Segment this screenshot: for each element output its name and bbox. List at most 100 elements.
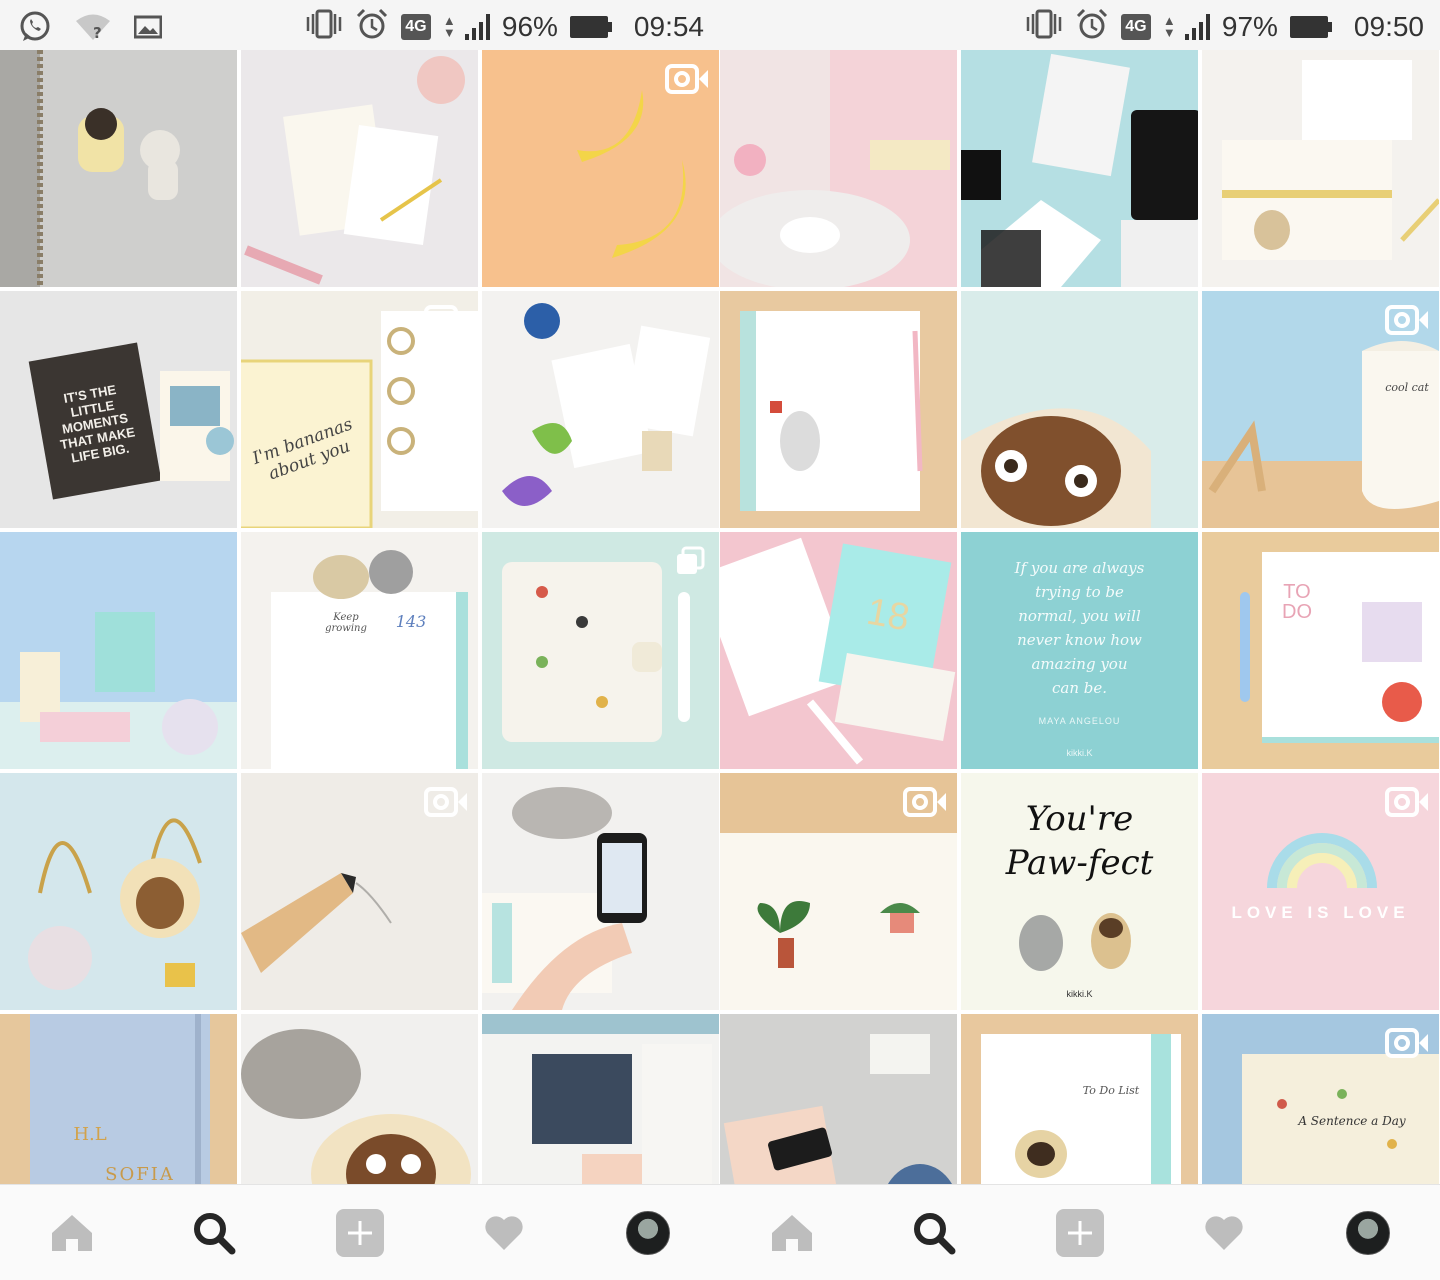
- post-tile-pug-notebook-flatlay[interactable]: [1202, 50, 1439, 287]
- post-tile-keyrings[interactable]: [0, 773, 237, 1010]
- quote-line: If you are always: [1014, 559, 1145, 577]
- video-camera-icon: [1385, 1028, 1428, 1058]
- network-type: 4G: [400, 13, 431, 40]
- search-icon: [194, 1213, 236, 1255]
- home-icon: [52, 1215, 92, 1251]
- bottom-nav: [0, 1184, 720, 1280]
- post-tile-planner-flatlay[interactable]: [241, 50, 478, 287]
- quote-brand: kikki.K: [1066, 748, 1093, 758]
- left-phone-screen: ? 4G ▲ ▼ 96% 09:54 IT'S THE LITTLE MOMEN…: [0, 0, 720, 1280]
- post-tile-journal-page[interactable]: [720, 291, 957, 528]
- nav-activity[interactable]: [478, 1207, 530, 1259]
- signal-icon: [464, 13, 490, 40]
- network-type: 4G: [1120, 13, 1151, 40]
- quote-text: If you are always trying to be normal, y…: [961, 556, 1198, 700]
- sentence-a-day-text: A Sentence a Day: [1298, 1114, 1406, 1128]
- todo-heading: TO DO: [1282, 581, 1312, 623]
- post-tile-store-display[interactable]: [482, 1014, 719, 1184]
- quote-line: can be.: [1051, 679, 1108, 697]
- quote-line: trying to be: [1035, 583, 1124, 601]
- alarm-icon: [1075, 8, 1109, 45]
- post-tile-pins[interactable]: [0, 50, 237, 287]
- post-tile-quote[interactable]: If you are always trying to be normal, y…: [961, 532, 1198, 769]
- clock-time: 09:50: [1353, 10, 1424, 42]
- video-camera-icon: [1385, 787, 1428, 817]
- page-number: 143: [395, 612, 427, 631]
- nav-activity[interactable]: [1198, 1207, 1250, 1259]
- battery-percent: 96%: [501, 10, 558, 42]
- profile-avatar: [1346, 1211, 1390, 1255]
- right-phone-screen: 4G ▲ ▼ 97% 09:50 cool cat 18 If you are …: [720, 0, 1440, 1280]
- post-tile-watercolour-cards[interactable]: [482, 291, 719, 528]
- post-tile-pencil-video[interactable]: [241, 773, 478, 1010]
- post-tile-diary-2018[interactable]: 18: [720, 532, 957, 769]
- clock-time: 09:54: [633, 10, 704, 42]
- post-tile-little-moments[interactable]: IT'S THE LITTLE MOMENTS THAT MAKE LIFE B…: [0, 291, 237, 528]
- multiple-posts-icon: [677, 546, 705, 574]
- signal-icon: [1184, 13, 1210, 40]
- alarm-icon: [355, 8, 389, 45]
- pawfect-brand: kikki.K: [1066, 989, 1093, 999]
- vibrate-icon: [305, 9, 343, 44]
- keep-growing-text: Keep growing: [325, 612, 367, 634]
- nav-add-post[interactable]: [334, 1207, 386, 1259]
- home-icon: [772, 1215, 812, 1251]
- heart-icon: [1205, 1216, 1243, 1250]
- post-tile-bananas-video[interactable]: [482, 50, 719, 287]
- cool-cat-text: cool cat: [1385, 381, 1429, 394]
- wifi-question-icon: ?: [74, 12, 112, 47]
- explore-grid: IT'S THE LITTLE MOMENTS THAT MAKE LIFE B…: [0, 50, 720, 1184]
- nav-add-post[interactable]: [1054, 1207, 1106, 1259]
- vibrate-icon: [1025, 9, 1063, 44]
- battery-percent: 97%: [1221, 10, 1278, 42]
- todo-list-text: To Do List: [1082, 1084, 1140, 1097]
- post-tile-pawfect[interactable]: You're Paw-fect kikki.K: [961, 773, 1198, 1010]
- post-tile-love-is-love-video[interactable]: LOVE IS LOVE: [1202, 773, 1439, 1010]
- post-tile-desk-pastel[interactable]: [0, 532, 237, 769]
- nav-profile[interactable]: [622, 1207, 674, 1259]
- profile-avatar: [626, 1211, 670, 1255]
- post-tile-todo-list-planner[interactable]: To Do List: [961, 1014, 1198, 1184]
- post-tile-cat-pug-pouches[interactable]: [241, 1014, 478, 1184]
- quote-line: amazing you: [1031, 655, 1128, 673]
- bottom-nav: [720, 1184, 1440, 1280]
- nav-home[interactable]: [46, 1207, 98, 1259]
- post-tile-phone-hands[interactable]: [482, 773, 719, 1010]
- quote-author: MAYA ANGELOU: [1038, 716, 1121, 726]
- post-tile-tea-desk[interactable]: [720, 50, 957, 287]
- post-tile-sentence-a-day-video[interactable]: A Sentence a Day: [1202, 1014, 1439, 1184]
- status-bar: ? 4G ▲ ▼ 96% 09:54: [0, 0, 720, 50]
- gallery-icon: [133, 15, 163, 44]
- post-tile-planner-multi[interactable]: [482, 532, 719, 769]
- video-camera-icon: [424, 305, 467, 335]
- video-camera-icon: [424, 787, 467, 817]
- post-tile-personalised-notebook[interactable]: H.L SOFIA: [0, 1014, 237, 1184]
- data-arrows-icon: ▲ ▼: [1162, 12, 1176, 40]
- video-camera-icon: [665, 64, 708, 94]
- post-tile-cool-cat-mug-video[interactable]: cool cat: [1202, 291, 1439, 528]
- little-moments-text: IT'S THE LITTLE MOMENTS THAT MAKE LIFE B…: [59, 381, 137, 466]
- data-arrows-icon: ▲ ▼: [442, 12, 456, 40]
- add-post-icon: [1056, 1209, 1104, 1257]
- quote-line: never know how: [1017, 631, 1142, 649]
- notebook-initials: H.L: [73, 1124, 107, 1145]
- nav-home[interactable]: [766, 1207, 818, 1259]
- post-tile-todo-planner[interactable]: TO DO: [1202, 532, 1439, 769]
- nav-profile[interactable]: [1342, 1207, 1394, 1259]
- post-tile-bananas-card-video[interactable]: I'm bananas about you: [241, 291, 478, 528]
- post-tile-gift-wallets[interactable]: [961, 50, 1198, 287]
- post-tile-laptop-flatlay[interactable]: [720, 1014, 957, 1184]
- video-camera-icon: [903, 787, 946, 817]
- post-tile-notebook-pen[interactable]: 143 Keep growing: [241, 532, 478, 769]
- battery-icon: [569, 15, 612, 38]
- post-tile-plants-video[interactable]: [720, 773, 957, 1010]
- notebook-name: SOFIA: [105, 1164, 175, 1184]
- nav-search[interactable]: [908, 1207, 960, 1259]
- svg-text:?: ?: [93, 24, 102, 42]
- nav-search[interactable]: [188, 1207, 240, 1259]
- quote-line: normal, you will: [1018, 607, 1141, 625]
- whatsapp-icon: [18, 10, 52, 49]
- add-post-icon: [336, 1209, 384, 1257]
- pawfect-line-2: Paw-fect: [1005, 843, 1154, 883]
- post-tile-pug-pouch[interactable]: [961, 291, 1198, 528]
